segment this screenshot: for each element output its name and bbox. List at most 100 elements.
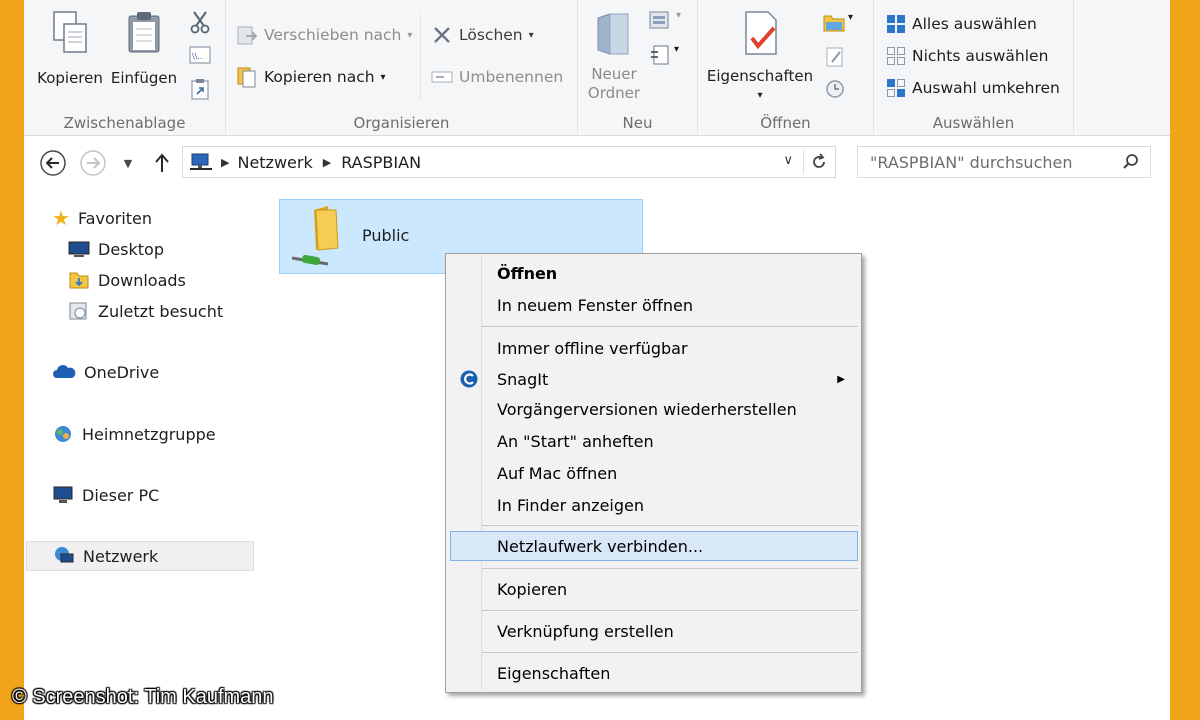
nav-favorites[interactable]: ★ Favoriten — [26, 203, 254, 233]
breadcrumb-separator-icon: ▶ — [221, 155, 230, 169]
paste-button[interactable]: Einfügen — [108, 10, 180, 88]
up-button[interactable] — [150, 150, 174, 176]
nav-favorites-label: Favoriten — [77, 208, 153, 228]
rename-button[interactable]: Umbenennen — [431, 66, 563, 88]
select-all-button[interactable]: Alles auswählen — [886, 14, 1037, 34]
menu-separator — [482, 568, 858, 569]
chevron-down-icon: ▾ — [676, 10, 682, 21]
clipboard-icon — [128, 12, 160, 53]
address-bar[interactable]: ▶ Netzwerk ▶ RASPBIAN ∨ — [182, 146, 836, 178]
back-button[interactable] — [38, 148, 68, 178]
divider — [420, 14, 421, 100]
network-pc-icon — [190, 153, 212, 170]
menu-item-previous-versions[interactable]: Vorgängerversionen wiederherstellen — [448, 394, 859, 424]
recent-locations-button[interactable]: ▼ — [118, 152, 138, 174]
copy-path-button[interactable]: \\.. — [189, 46, 211, 68]
move-to-button[interactable]: Verschieben nach ▾ — [236, 24, 412, 46]
downloads-folder-icon — [69, 272, 89, 289]
refresh-icon[interactable] — [810, 153, 828, 171]
computer-icon — [53, 486, 73, 503]
menu-item-map-network-drive[interactable]: Netzlaufwerk verbinden... — [450, 531, 858, 561]
history-button[interactable] — [824, 78, 846, 104]
network-icon — [55, 547, 74, 563]
new-folder-icon — [597, 13, 629, 55]
menu-item-copy[interactable]: Kopieren — [448, 574, 859, 604]
invert-selection-button[interactable]: Auswahl umkehren — [886, 78, 1060, 98]
select-group-label: Auswählen — [932, 114, 1015, 132]
forward-button[interactable] — [78, 148, 108, 178]
nav-network[interactable]: Netzwerk — [26, 541, 254, 571]
search-icon[interactable] — [1122, 153, 1140, 171]
rename-icon — [431, 71, 453, 83]
nav-homegroup-label: Heimnetzgruppe — [82, 424, 216, 444]
delete-button[interactable]: Löschen ▾ — [431, 24, 534, 46]
homegroup-icon — [55, 426, 71, 442]
edit-icon — [826, 47, 843, 67]
nav-recent[interactable]: Zuletzt besucht — [26, 296, 254, 326]
menu-item-properties[interactable]: Eigenschaften — [448, 658, 859, 688]
menu-item-snagit-label: SnagIt — [497, 369, 549, 389]
new-group: Neuer Ordner ▾ ▾ Neu — [578, 0, 698, 136]
menu-item-open-new-window[interactable]: In neuem Fenster öffnen — [448, 290, 859, 320]
shared-folder-icon — [291, 206, 339, 266]
open-group: Eigenschaften ▾ ▾ Öffnen — [698, 0, 874, 136]
menu-separator — [482, 326, 858, 327]
svg-text:\\..: \\.. — [192, 52, 202, 61]
new-item-button[interactable]: ▾ — [648, 10, 681, 32]
address-history-dropdown[interactable]: ∨ — [783, 153, 793, 168]
copy-to-icon — [237, 67, 256, 88]
recent-places-icon — [69, 302, 87, 320]
breadcrumb-separator-icon: ▶ — [322, 155, 332, 169]
breadcrumb-raspbian[interactable]: RASPBIAN — [341, 153, 421, 172]
menu-item-open[interactable]: Öffnen — [448, 258, 859, 288]
snagit-icon — [460, 370, 478, 388]
delete-label: Löschen — [459, 26, 523, 44]
select-all-label: Alles auswählen — [912, 15, 1037, 33]
delete-x-icon — [434, 27, 450, 43]
properties-button[interactable]: Eigenschaften ▾ — [702, 10, 818, 105]
copy-to-button[interactable]: Kopieren nach ▾ — [236, 66, 386, 88]
ribbon: Kopieren Einfügen \\.. Zwischenablage Ve… — [24, 0, 1170, 136]
nav-this-pc-label: Dieser PC — [82, 485, 160, 505]
edit-button[interactable] — [824, 46, 846, 72]
chevron-down-icon: ▾ — [407, 29, 413, 41]
select-none-button[interactable]: Nichts auswählen — [886, 46, 1048, 66]
new-item-icon — [649, 11, 669, 29]
open-button[interactable]: ▾ — [822, 12, 853, 34]
submenu-arrow-icon: ▶ — [837, 373, 845, 385]
new-group-label: Neu — [622, 114, 653, 132]
context-menu: Öffnen In neuem Fenster öffnen Immer off… — [445, 253, 862, 693]
move-to-label: Verschieben nach — [264, 26, 402, 44]
nav-this-pc[interactable]: Dieser PC — [26, 480, 254, 510]
nav-onedrive-label: OneDrive — [84, 362, 160, 382]
move-to-icon — [237, 26, 258, 45]
paste-shortcut-button[interactable] — [191, 78, 209, 104]
copy-icon — [53, 11, 87, 53]
menu-item-create-shortcut[interactable]: Verknüpfung erstellen — [448, 616, 859, 646]
new-folder-button[interactable]: Neuer Ordner — [584, 10, 644, 103]
nav-desktop[interactable]: Desktop — [26, 234, 254, 264]
nav-network-label: Netzwerk — [83, 546, 159, 566]
menu-item-pin-start[interactable]: An "Start" anheften — [448, 426, 859, 456]
nav-homegroup[interactable]: Heimnetzgruppe — [26, 419, 254, 449]
search-box[interactable]: "RASPBIAN" durchsuchen — [857, 146, 1151, 178]
menu-item-always-offline[interactable]: Immer offline verfügbar — [448, 333, 859, 363]
menu-item-snagit[interactable]: SnagIt ▶ — [448, 364, 859, 394]
easy-access-button[interactable]: ▾ — [650, 44, 679, 66]
cut-button[interactable] — [190, 10, 210, 38]
menu-separator — [482, 652, 858, 653]
desktop-icon — [68, 241, 90, 257]
nav-downloads[interactable]: Downloads — [26, 265, 254, 295]
invert-selection-label: Auswahl umkehren — [912, 79, 1060, 97]
invert-selection-icon — [887, 79, 905, 97]
breadcrumb-network[interactable]: Netzwerk — [237, 153, 312, 172]
select-none-label: Nichts auswählen — [912, 47, 1049, 65]
copy-button[interactable]: Kopieren — [34, 10, 106, 88]
easy-access-icon — [651, 45, 669, 65]
nav-onedrive[interactable]: OneDrive — [26, 357, 254, 387]
clipboard-group: Kopieren Einfügen \\.. Zwischenablage — [24, 0, 226, 136]
select-none-icon — [887, 47, 905, 65]
menu-item-show-in-finder[interactable]: In Finder anzeigen — [448, 490, 859, 520]
menu-item-open-on-mac[interactable]: Auf Mac öffnen — [448, 458, 859, 488]
chevron-down-icon: ▾ — [528, 29, 534, 41]
